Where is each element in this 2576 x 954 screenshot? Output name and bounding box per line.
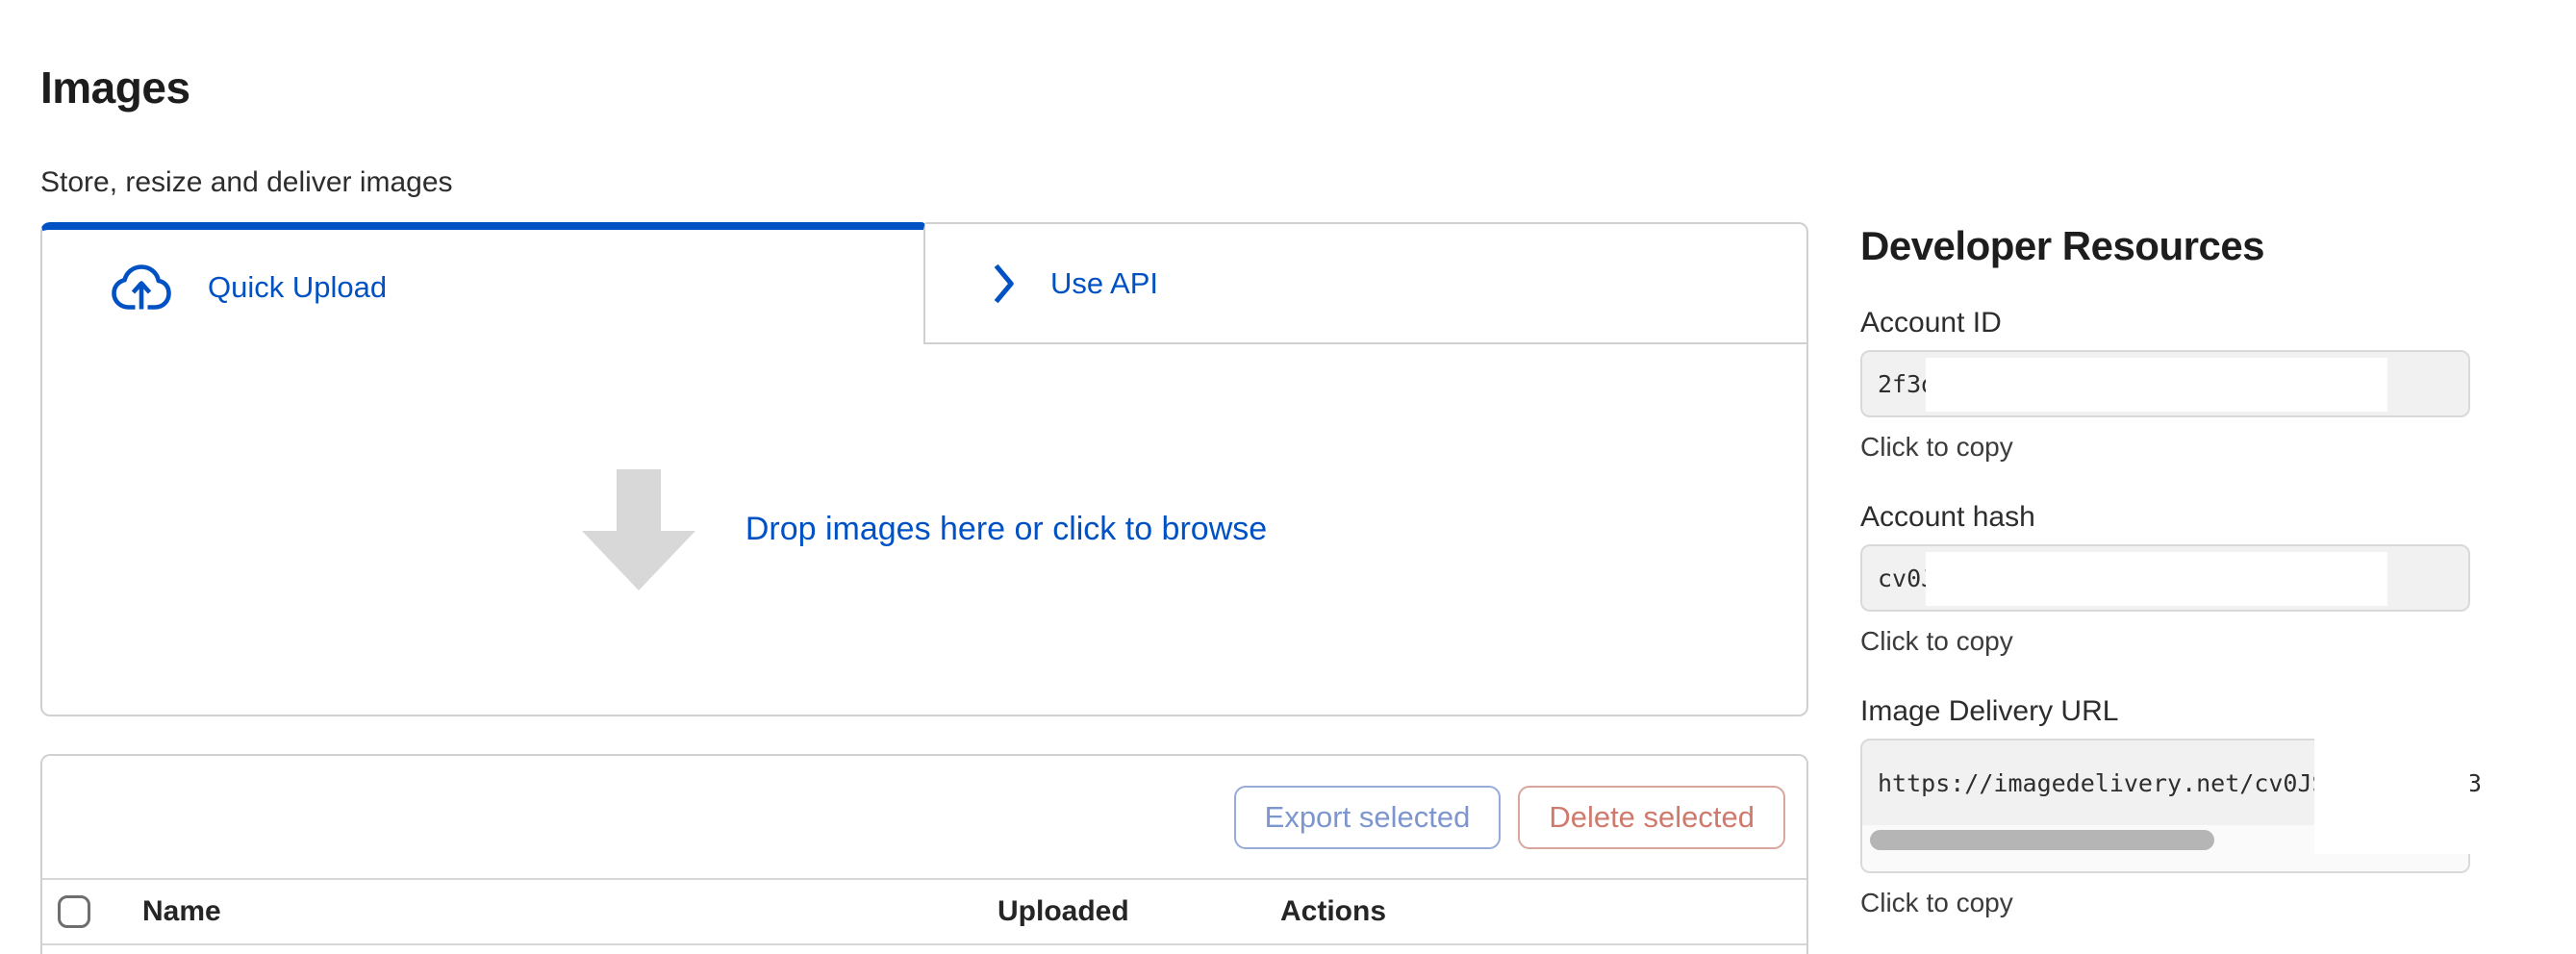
account-id-value[interactable]: 2f3d (1860, 350, 2470, 417)
page-title: Images (40, 62, 1808, 114)
url-peek-char: 3 (2470, 741, 2482, 825)
dropzone-label: Drop images here or click to browse (745, 511, 1267, 548)
account-id-visible-text: 2f3d (1862, 370, 1935, 398)
cloud-upload-icon (110, 263, 173, 313)
tab-quick-upload[interactable]: Quick Upload (40, 222, 925, 344)
column-header-actions: Actions (1280, 895, 1806, 928)
tab-use-api-label: Use API (1050, 266, 1158, 301)
images-page: Images Store, resize and deliver images … (0, 0, 2576, 954)
url-visible-text: https://imagedelivery.net/cv0JSj (1862, 769, 2341, 797)
upload-tabs: Quick Upload Use API (40, 222, 1808, 344)
image-delivery-url-copy-hint: Click to copy (1860, 887, 2470, 919)
tab-use-api[interactable]: Use API (925, 222, 1808, 344)
account-hash-copy-hint: Click to copy (1860, 625, 2470, 658)
delete-selected-button[interactable]: Delete selected (1518, 786, 1785, 849)
column-header-uploaded: Uploaded (998, 895, 1280, 928)
dropzone[interactable]: Drop images here or click to browse (40, 344, 1808, 716)
redaction-overlay (1926, 552, 2387, 606)
account-hash-visible-text: cv0J (1862, 565, 1935, 592)
page-subtitle: Store, resize and deliver images (40, 164, 1808, 201)
redaction-overlay (2314, 735, 2470, 854)
image-delivery-url-field: Image Delivery URL https://imagedelivery… (1860, 694, 2470, 919)
developer-resources-heading: Developer Resources (1860, 223, 2470, 269)
account-hash-value[interactable]: cv0J (1860, 544, 2470, 612)
image-delivery-url-value[interactable]: https://imagedelivery.net/cv0JSj 3 (1860, 739, 2470, 873)
tab-quick-upload-label: Quick Upload (208, 270, 387, 305)
developer-resources-panel: Developer Resources Account ID 2f3d Clic… (1860, 223, 2470, 919)
down-arrow-icon (582, 469, 695, 590)
select-all-cell (58, 895, 142, 928)
export-selected-button[interactable]: Export selected (1234, 786, 1502, 849)
images-table-card: Export selected Delete selected Name Upl… (40, 754, 1808, 954)
select-all-checkbox[interactable] (58, 895, 90, 928)
table-header-row: Name Uploaded Actions (42, 880, 1806, 945)
account-hash-field: Account hash cv0J Click to copy (1860, 500, 2470, 658)
column-header-name: Name (142, 895, 998, 928)
main-column: Images Store, resize and deliver images … (40, 0, 1808, 954)
account-hash-label: Account hash (1860, 500, 2470, 535)
redaction-overlay (1926, 358, 2387, 412)
account-id-copy-hint: Click to copy (1860, 431, 2470, 464)
upload-card: Quick Upload Use API Drop images he (40, 222, 1808, 716)
account-id-field: Account ID 2f3d Click to copy (1860, 306, 2470, 464)
account-id-label: Account ID (1860, 306, 2470, 340)
scrollbar-thumb[interactable] (1870, 830, 2214, 850)
table-toolbar: Export selected Delete selected (42, 756, 1806, 880)
table-body (42, 945, 1806, 954)
chevron-right-icon (993, 261, 1016, 307)
image-delivery-url-label: Image Delivery URL (1860, 694, 2470, 729)
